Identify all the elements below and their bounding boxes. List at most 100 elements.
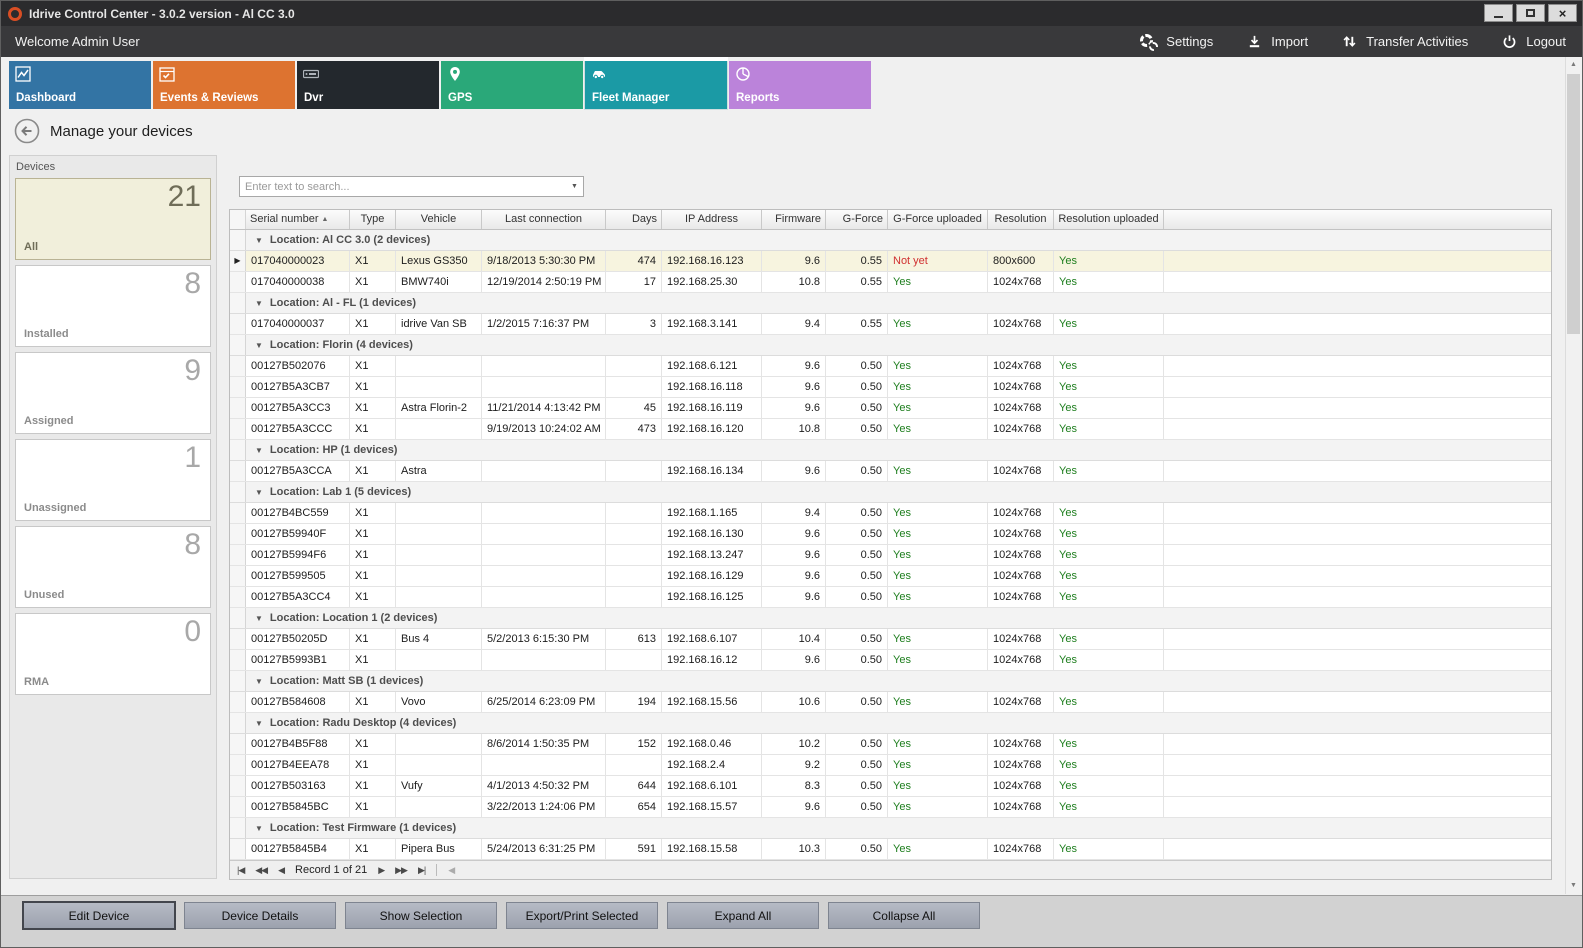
vertical-scrollbar[interactable]: ▲ ▼ bbox=[1565, 57, 1581, 894]
tab-events-reviews[interactable]: Events & Reviews bbox=[153, 61, 295, 109]
group-row-location-matt-sb-1-devices[interactable]: ▼Location: Matt SB (1 devices) bbox=[230, 671, 1551, 692]
scroll-left-button[interactable]: ◀ bbox=[448, 866, 454, 875]
fleet-icon bbox=[591, 66, 607, 82]
group-row-location-al-fl-1-devices[interactable]: ▼Location: Al - FL (1 devices) bbox=[230, 293, 1551, 314]
show-selection-button[interactable]: Show Selection bbox=[345, 902, 497, 929]
search-input[interactable] bbox=[240, 181, 566, 193]
prev-record-button[interactable]: ◀ bbox=[278, 866, 284, 875]
group-row-location-florin-4-devices[interactable]: ▼Location: Florin (4 devices) bbox=[230, 335, 1551, 356]
cell-gup: Yes bbox=[888, 776, 988, 796]
device-row-017040000023[interactable]: ▶017040000023X1Lexus GS3509/18/2013 5:30… bbox=[230, 251, 1551, 272]
scrollbar-thumb[interactable] bbox=[1567, 74, 1580, 334]
close-button[interactable]: × bbox=[1548, 4, 1577, 22]
maximize-button[interactable] bbox=[1516, 4, 1545, 22]
collapse-icon: ▼ bbox=[255, 299, 263, 308]
device-filter-installed[interactable]: 8Installed bbox=[15, 265, 211, 347]
column-header-gup[interactable]: G-Force uploaded bbox=[888, 210, 988, 229]
device-row-00127B5A3CC3[interactable]: 00127B5A3CC3X1Astra Florin-211/21/2014 4… bbox=[230, 398, 1551, 419]
main-content: ▼ Serial number ▲TypeVehicleLast connect… bbox=[227, 155, 1552, 881]
row-indicator-cell bbox=[230, 377, 246, 397]
back-button[interactable] bbox=[14, 118, 40, 144]
group-row-location-radu-desktop-4-devices[interactable]: ▼Location: Radu Desktop (4 devices) bbox=[230, 713, 1551, 734]
action-transfer-activities[interactable]: Transfer Activities bbox=[1340, 34, 1468, 50]
first-record-button[interactable]: |◀ bbox=[237, 866, 244, 875]
cell-type: X1 bbox=[350, 503, 396, 523]
device-row-00127B4B5F88[interactable]: 00127B4B5F88X18/6/2014 1:50:35 PM152192.… bbox=[230, 734, 1551, 755]
device-row-00127B503163[interactable]: 00127B503163X1Vufy4/1/2013 4:50:32 PM644… bbox=[230, 776, 1551, 797]
device-row-00127B584608[interactable]: 00127B584608X1Vovo6/25/2014 6:23:09 PM19… bbox=[230, 692, 1551, 713]
action-settings[interactable]: Settings bbox=[1140, 34, 1213, 50]
device-row-00127B5A3CC4[interactable]: 00127B5A3CC4X1192.168.16.1259.60.50Yes10… bbox=[230, 587, 1551, 608]
scroll-up-icon[interactable]: ▲ bbox=[1566, 57, 1581, 73]
cell-type: X1 bbox=[350, 587, 396, 607]
prev-page-button[interactable]: ◀◀ bbox=[255, 866, 267, 875]
action-logout[interactable]: Logout bbox=[1500, 34, 1566, 50]
device-filter-rma[interactable]: 0RMA bbox=[15, 613, 211, 695]
cell-vehicle bbox=[396, 797, 482, 817]
minimize-button[interactable] bbox=[1484, 4, 1513, 22]
device-row-017040000038[interactable]: 017040000038X1BMW740i12/19/2014 2:50:19 … bbox=[230, 272, 1551, 293]
cell-gup: Yes bbox=[888, 524, 988, 544]
column-header-last[interactable]: Last connection bbox=[482, 210, 606, 229]
device-row-017040000037[interactable]: 017040000037X1idrive Van SB1/2/2015 7:16… bbox=[230, 314, 1551, 335]
tab-fleet-manager[interactable]: Fleet Manager bbox=[585, 61, 727, 109]
column-header-ip[interactable]: IP Address bbox=[662, 210, 762, 229]
tab-reports[interactable]: Reports bbox=[729, 61, 871, 109]
tab-dashboard[interactable]: Dashboard bbox=[9, 61, 151, 109]
device-row-00127B502076[interactable]: 00127B502076X1192.168.6.1219.60.50Yes102… bbox=[230, 356, 1551, 377]
collapse-all-button[interactable]: Collapse All bbox=[828, 902, 980, 929]
device-row-00127B5845BC[interactable]: 00127B5845BCX13/22/2013 1:24:06 PM654192… bbox=[230, 797, 1551, 818]
device-row-00127B5A3CCC[interactable]: 00127B5A3CCCX19/19/2013 10:24:02 AM47319… bbox=[230, 419, 1551, 440]
group-row-location-test-firmware-1-devices[interactable]: ▼Location: Test Firmware (1 devices) bbox=[230, 818, 1551, 839]
tab-dvr[interactable]: Dvr bbox=[297, 61, 439, 109]
device-row-00127B5A3CCA[interactable]: 00127B5A3CCAX1Astra192.168.16.1349.60.50… bbox=[230, 461, 1551, 482]
group-row-location-lab-1-5-devices[interactable]: ▼Location: Lab 1 (5 devices) bbox=[230, 482, 1551, 503]
export-print-selected-button[interactable]: Export/Print Selected bbox=[506, 902, 658, 929]
edit-device-button[interactable]: Edit Device bbox=[23, 902, 175, 929]
group-row-location-location-1-2-devices[interactable]: ▼Location: Location 1 (2 devices) bbox=[230, 608, 1551, 629]
group-row-location-hp-1-devices[interactable]: ▼Location: HP (1 devices) bbox=[230, 440, 1551, 461]
device-row-00127B5A3CB7[interactable]: 00127B5A3CB7X1192.168.16.1189.60.50Yes10… bbox=[230, 377, 1551, 398]
device-filter-all[interactable]: 21All bbox=[15, 178, 211, 260]
cell-serial: 00127B4B5F88 bbox=[246, 734, 350, 754]
cell-last: 12/19/2014 2:50:19 PM bbox=[482, 272, 606, 292]
page-title: Manage your devices bbox=[50, 123, 193, 140]
cell-gup: Yes bbox=[888, 545, 988, 565]
column-header-fw[interactable]: Firmware bbox=[762, 210, 826, 229]
cell-days bbox=[606, 503, 662, 523]
column-header-serial[interactable]: Serial number ▲ bbox=[246, 210, 350, 229]
column-header-type[interactable]: Type bbox=[350, 210, 396, 229]
tab-gps[interactable]: GPS bbox=[441, 61, 583, 109]
column-header-g[interactable]: G-Force bbox=[826, 210, 888, 229]
column-header-res[interactable]: Resolution bbox=[988, 210, 1054, 229]
device-row-00127B59940F[interactable]: 00127B59940FX1192.168.16.1309.60.50Yes10… bbox=[230, 524, 1551, 545]
column-header-resup[interactable]: Resolution uploaded bbox=[1054, 210, 1164, 229]
device-row-00127B50205D[interactable]: 00127B50205DX1Bus 45/2/2013 6:15:30 PM61… bbox=[230, 629, 1551, 650]
device-filter-unused[interactable]: 8Unused bbox=[15, 526, 211, 608]
device-filter-unassigned[interactable]: 1Unassigned bbox=[15, 439, 211, 521]
device-filter-assigned[interactable]: 9Assigned bbox=[15, 352, 211, 434]
column-header-vehicle[interactable]: Vehicle bbox=[396, 210, 482, 229]
search-dropdown-icon[interactable]: ▼ bbox=[566, 183, 583, 190]
column-header-days[interactable]: Days bbox=[606, 210, 662, 229]
device-row-00127B5845B4[interactable]: 00127B5845B4X1Pipera Bus5/24/2013 6:31:2… bbox=[230, 839, 1551, 860]
reports-icon bbox=[735, 66, 751, 82]
device-row-00127B5994F6[interactable]: 00127B5994F6X1192.168.13.2479.60.50Yes10… bbox=[230, 545, 1551, 566]
device-details-button[interactable]: Device Details bbox=[184, 902, 336, 929]
next-record-button[interactable]: ▶ bbox=[378, 866, 384, 875]
expand-all-button[interactable]: Expand All bbox=[667, 902, 819, 929]
cell-ip: 192.168.16.130 bbox=[662, 524, 762, 544]
device-row-00127B599505[interactable]: 00127B599505X1192.168.16.1299.60.50Yes10… bbox=[230, 566, 1551, 587]
scroll-down-icon[interactable]: ▼ bbox=[1566, 878, 1581, 894]
device-row-00127B4BC559[interactable]: 00127B4BC559X1192.168.1.1659.40.50Yes102… bbox=[230, 503, 1551, 524]
next-page-button[interactable]: ▶▶ bbox=[395, 866, 407, 875]
action-import[interactable]: Import bbox=[1245, 34, 1308, 50]
device-row-00127B5993B1[interactable]: 00127B5993B1X1192.168.16.129.60.50Yes102… bbox=[230, 650, 1551, 671]
device-row-00127B4EEA78[interactable]: 00127B4EEA78X1192.168.2.49.20.50Yes1024x… bbox=[230, 755, 1551, 776]
cell-g: 0.50 bbox=[826, 356, 888, 376]
last-record-button[interactable]: ▶| bbox=[418, 866, 425, 875]
row-indicator-cell bbox=[230, 797, 246, 817]
group-row-location-al-cc-3-0-2-devices[interactable]: ▼Location: Al CC 3.0 (2 devices) bbox=[230, 230, 1551, 251]
cell-resup: Yes bbox=[1054, 377, 1164, 397]
cell-days bbox=[606, 356, 662, 376]
